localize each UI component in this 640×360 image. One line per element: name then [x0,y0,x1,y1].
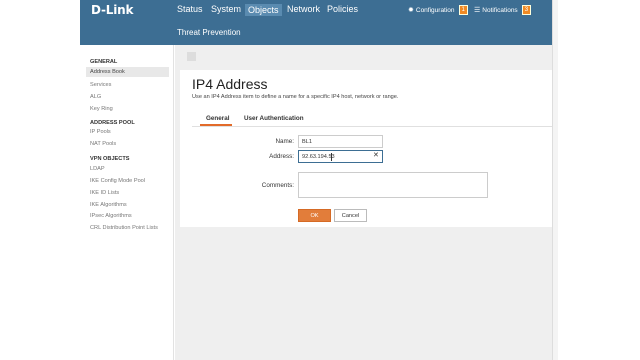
nav-policies[interactable]: Policies [327,4,358,14]
tab-user-authentication[interactable]: User Authentication [244,115,304,122]
sidebar-item-key-ring[interactable]: Key Ring [90,106,113,112]
sidebar-heading-address-pool: ADDRESS POOL [90,120,135,126]
configuration-menu[interactable]: ✹ Configuration 1 [408,5,468,15]
sidebar-item-ike-algorithms[interactable]: IKE Algorithms [90,202,127,208]
sidebar-item-nat-pools[interactable]: NAT Pools [90,141,116,147]
sidebar-item-ike-id-lists[interactable]: IKE ID Lists [90,190,119,196]
clear-icon[interactable]: ✕ [373,151,379,159]
nav-threat-prevention[interactable]: Threat Prevention [177,28,241,37]
comments-label: Comments: [261,182,294,189]
sidebar-item-ldap[interactable]: LDAP [90,166,105,172]
cancel-button[interactable]: Cancel [334,209,367,222]
nav-objects[interactable]: Objects [245,4,282,16]
page-description: Use an IP4 Address item to define a name… [192,94,399,100]
list-icon: ☰ [474,7,481,14]
nav-network[interactable]: Network [287,4,320,14]
nav-system[interactable]: System [211,4,241,14]
page-scrollbar[interactable] [552,0,558,360]
dlink-logo: D-Link [91,3,134,17]
sidebar-item-crl-distribution-point-lists[interactable]: CRL Distribution Point Lists [90,225,158,231]
notifications-label: Notifications [482,6,518,14]
sidebar-item-ipsec-algorithms[interactable]: IPsec Algorithms [90,213,132,219]
text-cursor [331,153,332,161]
notifications-badge: 3 [521,5,532,15]
gear-icon: ✹ [408,7,414,14]
notifications-menu[interactable]: ☰ Notifications 3 [474,5,532,15]
configuration-badge: 1 [458,5,468,15]
sidebar-item-address-book[interactable]: Address Book [86,67,169,77]
app-window: D-Link Status System Objects Network Pol… [0,0,640,360]
top-header: D-Link Status System Objects Network Pol… [80,0,552,45]
sidebar-item-ip-pools[interactable]: IP Pools [90,129,111,135]
configuration-label: Configuration [415,6,455,14]
page-title: IP4 Address [192,76,268,92]
tab-general[interactable]: General [206,115,229,122]
collapse-toggle[interactable] [187,52,196,61]
address-field[interactable] [298,150,383,163]
ok-button[interactable]: OK [298,209,331,222]
nav-status[interactable]: Status [177,4,203,14]
sidebar-heading-vpn-objects: VPN OBJECTS [90,156,130,162]
sidebar-item-alg[interactable]: ALG [90,94,101,100]
sidebar: GENERAL Address Book Services ALG Key Ri… [80,45,174,360]
sidebar-item-services[interactable]: Services [90,82,111,88]
sidebar-heading-general: GENERAL [90,59,118,65]
comments-field[interactable] [298,172,488,198]
address-label: Address: [269,153,294,160]
name-field[interactable] [298,135,383,148]
tabs-divider [192,126,552,127]
ip4-address-panel: IP4 Address Use an IP4 Address item to d… [180,70,552,227]
name-label: Name: [275,138,294,145]
sidebar-item-ike-config-mode-pool[interactable]: IKE Config Mode Pool [90,178,145,184]
